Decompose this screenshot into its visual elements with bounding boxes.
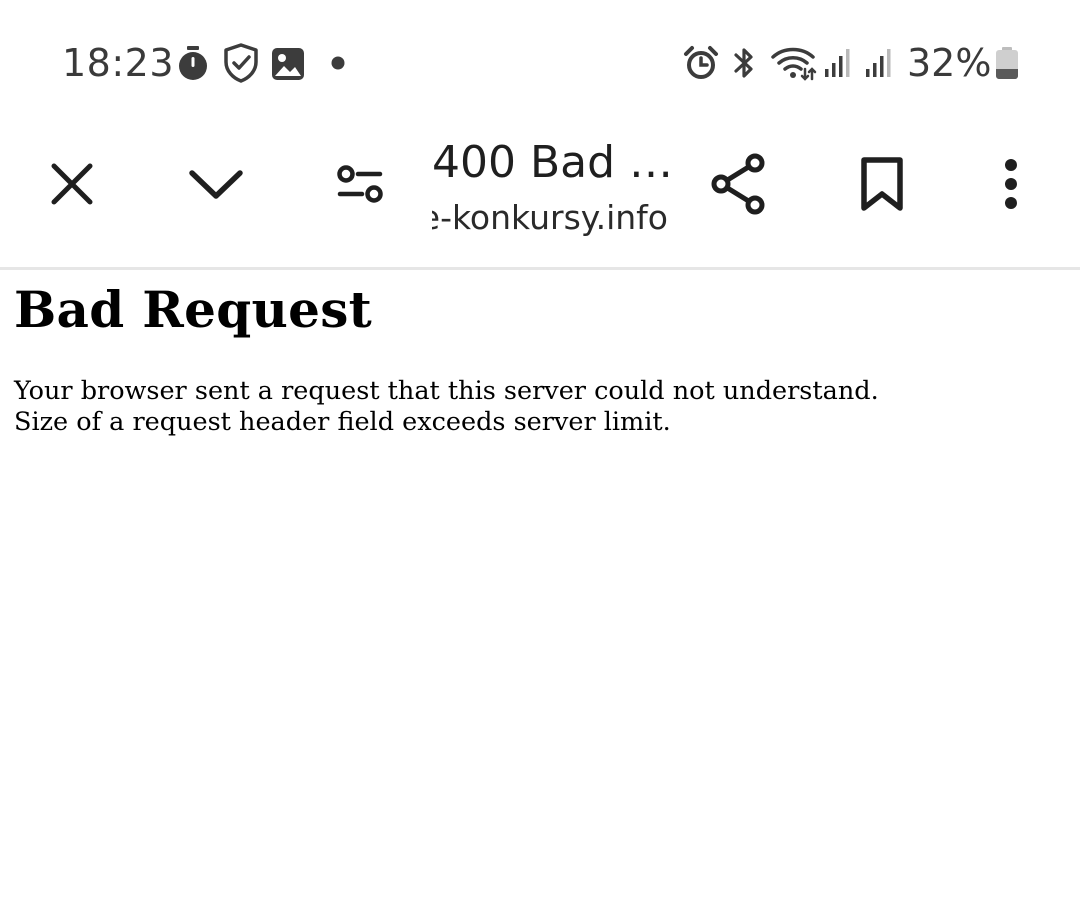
bluetooth-icon [731,45,757,81]
status-bar: 18:23 32% [0,0,1080,118]
page-settings-button[interactable] [324,140,396,228]
error-message: Your browser sent a request that this se… [14,376,1064,438]
wifi-icon [771,45,817,81]
error-message-line: Size of a request header field exceeds s… [14,407,671,437]
bookmark-icon [860,156,904,212]
close-icon [50,162,94,206]
more-options-button[interactable] [975,140,1047,228]
status-time: 18:23 [62,41,175,85]
close-button[interactable] [36,140,108,228]
share-button[interactable] [702,140,774,228]
alarm-icon [683,45,719,81]
signal-icon [823,47,853,79]
tab-title: 400 Bad … [432,137,668,188]
page-heading: Bad Request [14,280,373,339]
stopwatch-icon [176,45,210,81]
battery-percent: 32% [907,41,992,85]
battery-icon [995,46,1019,80]
signal-icon [864,47,894,79]
tab-url: e-konkursy.info [432,198,668,237]
title-block[interactable]: 400 Bad … e-konkursy.info [432,118,668,267]
tune-icon [336,164,384,204]
gallery-icon [271,47,305,81]
shield-check-icon [223,43,259,83]
custom-tab-toolbar: 400 Bad … e-konkursy.info [0,118,1080,270]
more-vert-icon [1003,159,1019,209]
page-content: Bad Request Your browser sent a request … [14,280,1064,438]
notification-dot-icon [331,56,345,70]
minimize-button[interactable] [180,140,252,228]
share-icon [709,153,767,215]
error-message-line: Your browser sent a request that this se… [14,376,879,406]
bookmark-button[interactable] [846,140,918,228]
chevron-down-icon [188,167,244,201]
